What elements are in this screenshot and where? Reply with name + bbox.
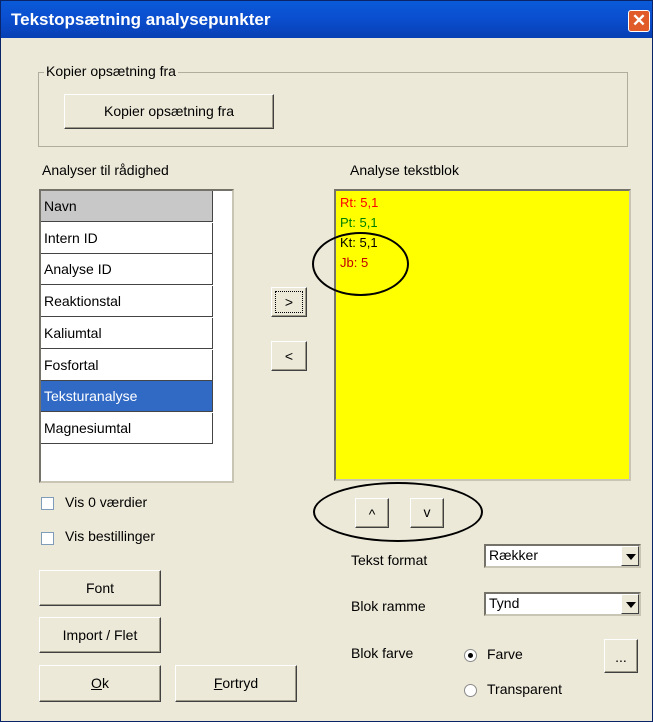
add-analysis-button[interactable]: > (271, 287, 307, 317)
show-orders-checkbox[interactable] (41, 532, 54, 545)
text-format-select[interactable]: Rækker (484, 544, 641, 568)
transparent-radio-label: Transparent (487, 681, 562, 697)
show-orders-label: Vis bestillinger (65, 528, 156, 544)
color-picker-label: ... (615, 649, 627, 665)
text-block-label: Analyse tekstblok (350, 162, 459, 178)
transparent-radio[interactable] (464, 684, 477, 697)
ok-accelerator: O (91, 675, 102, 691)
close-button[interactable]: ✕ (628, 10, 650, 32)
available-analyses-list[interactable]: Navn Intern ID Analyse ID Reaktionstal Kaliu… (39, 189, 234, 483)
show-zero-label: Vis 0 værdier (65, 494, 148, 510)
list-item[interactable]: Fosfortal (41, 349, 213, 381)
remove-analysis-button[interactable]: < (271, 341, 307, 371)
cancel-button-label: Fortryd (176, 666, 296, 701)
copy-settings-button[interactable]: Kopier opsætning fra (64, 94, 274, 129)
text-format-value: Rækker (489, 547, 539, 563)
block-color-label: Blok farve (351, 645, 414, 661)
show-zero-checkbox[interactable] (41, 497, 54, 510)
title-bar: Tekstopsætning analysepunkter ✕ (1, 1, 652, 38)
list-item[interactable]: Navn (41, 191, 213, 222)
close-icon: ✕ (631, 11, 647, 30)
text-format-label: Tekst format (351, 552, 428, 568)
list-item[interactable]: Kaliumtal (41, 317, 213, 349)
frame-label: Blok ramme (351, 598, 426, 614)
import-merge-button[interactable]: Import / Flet (39, 617, 161, 653)
chevron-down-icon[interactable] (621, 546, 639, 566)
font-button[interactable]: Font (39, 570, 161, 606)
add-analysis-label: > (284, 294, 294, 310)
color-picker-button[interactable]: ... (604, 639, 638, 673)
copy-settings-legend: Kopier opsætning fra (44, 63, 178, 79)
list-item[interactable]: Magnesiumtal (41, 412, 213, 444)
frame-value: Tynd (489, 595, 520, 611)
text-block-line: Pt: 5,1 (340, 215, 378, 230)
highlight-ellipse (313, 482, 483, 542)
ok-button-label: Ok (40, 666, 160, 701)
list-item[interactable]: Analyse ID (41, 254, 213, 286)
font-button-label: Font (85, 580, 114, 596)
list-item[interactable]: Reaktionstal (41, 286, 213, 318)
text-block-area[interactable]: Rt: 5,1 Pt: 5,1 Kt: 5,1 Jb: 5 (334, 189, 631, 481)
available-analyses-label: Analyser til rådighed (42, 162, 169, 178)
highlight-ellipse (312, 232, 409, 296)
window-title: Tekstopsætning analysepunkter (11, 10, 271, 29)
list-item[interactable]: Intern ID (41, 222, 213, 254)
cancel-label-rest: ortryd (222, 675, 259, 691)
list-item[interactable]: Teksturanalyse (41, 381, 213, 413)
frame-select[interactable]: Tynd (484, 592, 641, 616)
import-merge-button-label: Import / Flet (62, 627, 138, 643)
color-radio-label: Farve (487, 646, 523, 662)
dialog-window: Tekstopsætning analysepunkter ✕ Kopier o… (0, 0, 653, 722)
ok-button[interactable]: Ok (39, 665, 161, 702)
remove-analysis-label: < (284, 348, 294, 364)
cancel-button[interactable]: Fortryd (175, 665, 297, 702)
color-radio[interactable] (464, 649, 477, 662)
ok-label-rest: k (101, 675, 109, 691)
copy-settings-button-label: Kopier opsætning fra (104, 103, 234, 119)
chevron-down-icon[interactable] (621, 594, 639, 614)
text-block-line: Rt: 5,1 (340, 195, 379, 210)
